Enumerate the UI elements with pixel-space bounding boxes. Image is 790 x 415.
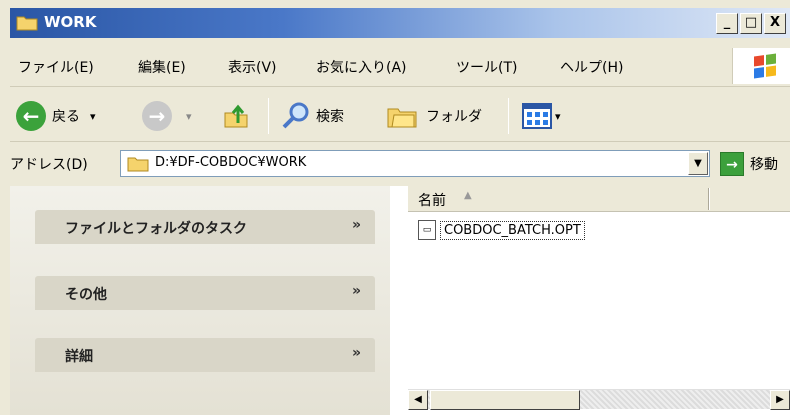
scroll-left-button[interactable]: ◀ — [408, 390, 428, 410]
maximize-button[interactable]: □ — [740, 13, 762, 34]
sort-ascending-icon: ▲ — [464, 190, 472, 201]
toolbar-separator — [508, 98, 509, 134]
column-divider[interactable] — [708, 188, 710, 210]
views-button[interactable]: ▾ — [522, 100, 561, 132]
panel-title: 詳細 — [65, 349, 93, 365]
task-pane: ファイルとフォルダのタスク » その他 » 詳細 » — [10, 186, 390, 415]
chevron-expand-icon[interactable]: » — [352, 283, 361, 299]
forward-arrow-icon: → — [142, 101, 172, 131]
scroll-thumb[interactable] — [430, 390, 580, 410]
go-button[interactable]: → 移動 — [720, 150, 778, 177]
panel-file-folder-tasks[interactable]: ファイルとフォルダのタスク » — [35, 210, 375, 244]
folder-tree-icon — [387, 108, 417, 128]
back-label: 戻る — [52, 109, 80, 125]
search-label: 検索 — [316, 109, 344, 125]
magnifier-icon — [282, 102, 309, 129]
go-label: 移動 — [750, 156, 778, 173]
toolbar-separator — [268, 98, 269, 134]
up-button[interactable] — [222, 100, 252, 132]
document-icon: ▭ — [418, 220, 436, 240]
window-title: WORK — [44, 13, 97, 31]
menu-edit[interactable]: 編集(E) — [138, 57, 186, 77]
windows-flag-icon — [754, 53, 776, 79]
folders-button[interactable]: フォルダ — [386, 100, 482, 132]
menu-view[interactable]: 表示(V) — [228, 57, 277, 77]
back-button[interactable]: ← 戻る ▾ — [16, 100, 96, 132]
chevron-down-icon: ▼ — [694, 158, 702, 169]
view-grid-icon — [522, 103, 552, 129]
address-value[interactable]: D:¥DF-COBDOC¥WORK — [155, 155, 306, 170]
menu-help[interactable]: ヘルプ(H) — [560, 57, 623, 77]
back-dropdown-icon[interactable]: ▾ — [90, 110, 96, 123]
up-folder-icon — [224, 104, 248, 128]
address-dropdown-button[interactable]: ▼ — [688, 152, 708, 175]
panel-title: ファイルとフォルダのタスク — [65, 221, 247, 237]
menu-file[interactable]: ファイル(E) — [18, 57, 94, 77]
menu-favorites[interactable]: お気に入り(A) — [316, 57, 407, 77]
back-arrow-icon: ← — [16, 101, 46, 131]
minimize-button[interactable]: _ — [716, 13, 738, 34]
close-button[interactable]: X — [764, 13, 786, 34]
content-area: ファイルとフォルダのタスク » その他 » 詳細 » 名前 ▲ ▭ COBDOC… — [10, 186, 790, 415]
toolbar: ← 戻る ▾ → ▾ 検索 フォルダ ▾ — [10, 90, 790, 142]
column-header-name[interactable]: 名前 ▲ — [408, 186, 790, 212]
address-bar: アドレス(D) D:¥DF-COBDOC¥WORK ▼ → 移動 — [10, 144, 790, 184]
column-name-label: 名前 — [418, 193, 446, 209]
horizontal-scrollbar[interactable]: ◀ ▶ — [408, 389, 790, 410]
address-label: アドレス(D) — [10, 157, 88, 173]
file-name[interactable]: COBDOC_BATCH.OPT — [440, 220, 585, 240]
windows-logo — [732, 48, 790, 84]
folder-icon — [16, 16, 38, 31]
folders-label: フォルダ — [426, 109, 482, 125]
views-dropdown-icon[interactable]: ▾ — [555, 110, 561, 123]
list-item[interactable]: ▭ COBDOC_BATCH.OPT — [418, 218, 585, 242]
explorer-window: WORK _ □ X ファイル(E) 編集(E) 表示(V) お気に入り(A) … — [0, 0, 790, 415]
chevron-expand-icon[interactable]: » — [352, 345, 361, 361]
panel-details[interactable]: 詳細 » — [35, 338, 375, 372]
panel-title: その他 — [65, 287, 107, 303]
scroll-right-button[interactable]: ▶ — [770, 390, 790, 410]
forward-dropdown-icon[interactable]: ▾ — [186, 110, 192, 123]
forward-button[interactable]: → ▾ — [142, 100, 192, 132]
file-list: 名前 ▲ ▭ COBDOC_BATCH.OPT ◀ ▶ — [408, 186, 790, 415]
go-arrow-icon: → — [720, 151, 744, 176]
chevron-expand-icon[interactable]: » — [352, 217, 361, 233]
search-button[interactable]: 検索 — [280, 100, 344, 132]
menu-tools[interactable]: ツール(T) — [456, 57, 517, 77]
panel-other[interactable]: その他 » — [35, 276, 375, 310]
address-input[interactable]: D:¥DF-COBDOC¥WORK ▼ — [120, 150, 710, 177]
menu-bar: ファイル(E) 編集(E) 表示(V) お気に入り(A) ツール(T) ヘルプ(… — [10, 45, 790, 87]
title-bar[interactable]: WORK _ □ X — [10, 8, 790, 38]
folder-icon — [127, 157, 149, 172]
